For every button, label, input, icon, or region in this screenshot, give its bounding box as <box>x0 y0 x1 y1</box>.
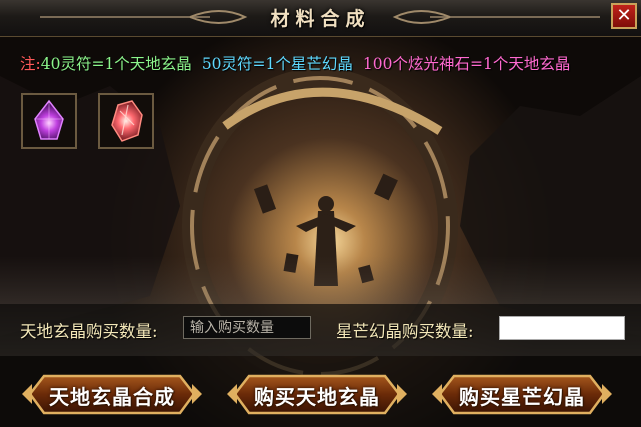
synthesis-rules-note: 注:40灵符=1个天地玄晶 50灵符=1个星芒幻晶 100个炫光神石=1个天地玄晶 <box>20 52 580 74</box>
buy-xingmang-button[interactable]: 购买星芒幻晶 <box>430 372 614 417</box>
note-rule-xingmang: 50灵符=1个星芒幻晶 <box>201 55 353 73</box>
close-button[interactable]: ✕ <box>611 3 637 29</box>
tiandi-quantity-input[interactable] <box>183 316 311 339</box>
material-synthesis-window: 材料合成 ✕ 注:40灵符=1个天地玄晶 50灵符=1个星芒幻晶 100个炫光神石=… <box>0 0 641 427</box>
synthesize-tiandi-button[interactable]: 天地玄晶合成 <box>20 372 204 417</box>
background-scene <box>0 36 641 427</box>
title-bar: 材料合成 ✕ <box>0 0 641 37</box>
buy-tiandi-label: 购买天地玄晶 <box>254 385 380 409</box>
purple-crystal-icon <box>34 99 64 140</box>
material-slot-red[interactable] <box>98 93 154 149</box>
note-rule-tiandi: 40灵符=1个天地玄晶 <box>40 55 192 73</box>
red-crystal-icon <box>111 100 143 142</box>
tiandi-quantity-label: 天地玄晶购买数量: <box>20 322 158 341</box>
buy-tiandi-button[interactable]: 购买天地玄晶 <box>225 372 409 417</box>
xingmang-quantity-input[interactable] <box>499 316 625 340</box>
xingmang-quantity-label: 星芒幻晶购买数量: <box>336 322 474 341</box>
note-prefix: 注: <box>20 55 41 73</box>
buy-xingmang-label: 购买星芒幻晶 <box>459 385 585 409</box>
synthesize-tiandi-label: 天地玄晶合成 <box>49 385 175 409</box>
note-rule-shenshi: 100个炫光神石=1个天地玄晶 <box>362 55 571 73</box>
window-title: 材料合成 <box>270 8 371 30</box>
material-slot-purple[interactable] <box>21 93 77 149</box>
